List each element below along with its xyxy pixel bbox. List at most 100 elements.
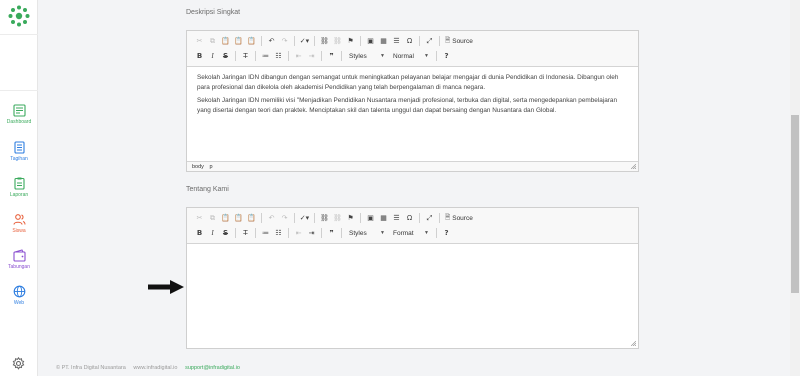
resize-handle-icon[interactable]	[631, 341, 636, 346]
sidebar-divider	[0, 90, 38, 91]
blockquote-icon[interactable]: ❞	[325, 227, 338, 239]
bulleted-list-icon[interactable]: ☷	[272, 50, 285, 62]
spellcheck-icon[interactable]: ✓▾	[298, 35, 311, 47]
editor-content[interactable]: Sekolah Jaringan IDN dibangun dengan sem…	[187, 67, 638, 125]
normal-dropdown[interactable]: Normal ▼	[389, 51, 433, 62]
copy-icon[interactable]: ⧉	[206, 212, 219, 224]
sidebar-item-tagihan[interactable]: Tagihan	[0, 141, 38, 175]
spellcheck-icon[interactable]: ✓▾	[298, 212, 311, 224]
path-body[interactable]: body	[192, 164, 204, 170]
bold-button[interactable]: B	[193, 227, 206, 239]
paste-word-icon[interactable]: 📋	[245, 35, 258, 47]
scrollbar[interactable]	[790, 0, 800, 376]
globe-icon	[13, 285, 25, 298]
sidebar-item-label: Tabungan	[8, 264, 30, 270]
sidebar-item-label: Tagihan	[10, 156, 28, 162]
table-icon[interactable]: ▦	[377, 35, 390, 47]
italic-button[interactable]: I	[206, 50, 219, 62]
sidebar-item-label: Dashboard	[6, 119, 32, 125]
path-p[interactable]: p	[209, 164, 212, 170]
bold-button[interactable]: B	[193, 50, 206, 62]
app-logo[interactable]	[7, 4, 31, 28]
help-button[interactable]: ?	[440, 227, 453, 239]
wallet-icon	[12, 249, 26, 262]
source-icon: 🗎	[445, 213, 451, 221]
strike-button[interactable]: S	[219, 227, 232, 239]
outdent-icon[interactable]: ⇤	[292, 50, 305, 62]
editor-toolbar: ✂ ⧉ 📋 📋 📋 ↶ ↷ ✓▾ ⛓ ⛓ ⚑ ▣ ▦ ☰ Ω ⤢ 🗎 Sourc…	[187, 208, 638, 244]
gear-icon[interactable]	[12, 357, 25, 370]
tentang-editor[interactable]: ✂ ⧉ 📋 📋 📋 ↶ ↷ ✓▾ ⛓ ⛓ ⚑ ▣ ▦ ☰ Ω ⤢ 🗎 Sourc…	[186, 207, 639, 349]
paste-text-icon[interactable]: 📋	[232, 35, 245, 47]
sidebar-item-web[interactable]: Web	[0, 285, 38, 319]
footer-website[interactable]: www.infradigital.io	[133, 365, 177, 371]
styles-dropdown[interactable]: Styles ▼	[345, 51, 389, 62]
link-icon[interactable]: ⛓	[318, 212, 331, 224]
undo-icon[interactable]: ↶	[265, 35, 278, 47]
numbered-list-icon[interactable]: ≔	[259, 50, 272, 62]
unlink-icon[interactable]: ⛓	[331, 35, 344, 47]
content-paragraph: Sekolah Jaringan IDN dibangun dengan sem…	[197, 74, 619, 91]
unlink-icon[interactable]: ⛓	[331, 212, 344, 224]
sidebar-divider	[0, 34, 38, 35]
editor-content[interactable]	[187, 244, 638, 339]
paste-word-icon[interactable]: 📋	[245, 212, 258, 224]
maximize-icon[interactable]: ⤢	[423, 35, 436, 47]
tentang-label: Tentang Kami	[186, 186, 229, 193]
resize-handle-icon[interactable]	[631, 164, 636, 169]
italic-button[interactable]: I	[206, 227, 219, 239]
special-char-icon[interactable]: Ω	[403, 35, 416, 47]
remove-format-icon[interactable]: T̶	[239, 227, 252, 239]
students-icon	[12, 214, 25, 225]
main-content: Deskripsi Singkat ✂ ⧉ 📋 📋 📋 ↶ ↷ ✓▾ ⛓ ⛓ ⚑…	[38, 0, 790, 376]
paste-icon[interactable]: 📋	[219, 212, 232, 224]
source-icon: 🗎	[445, 36, 451, 44]
image-icon[interactable]: ▣	[364, 212, 377, 224]
sidebar-item-label: Siswa	[12, 228, 26, 234]
table-icon[interactable]: ▦	[377, 212, 390, 224]
help-button[interactable]: ?	[440, 50, 453, 62]
strike-button[interactable]: S	[219, 50, 232, 62]
sidebar-item-tabungan[interactable]: Tabungan	[0, 249, 38, 283]
report-icon	[13, 177, 25, 190]
paste-icon[interactable]: 📋	[219, 35, 232, 47]
image-icon[interactable]: ▣	[364, 35, 377, 47]
undo-icon[interactable]: ↶	[265, 212, 278, 224]
deskripsi-editor[interactable]: ✂ ⧉ 📋 📋 📋 ↶ ↷ ✓▾ ⛓ ⛓ ⚑ ▣ ▦ ☰ Ω ⤢ 🗎 Sourc…	[186, 30, 639, 172]
footer-email[interactable]: support@infradigital.io	[185, 365, 240, 371]
blockquote-icon[interactable]: ❞	[325, 50, 338, 62]
numbered-list-icon[interactable]: ≔	[259, 227, 272, 239]
outdent-icon[interactable]: ⇤	[292, 227, 305, 239]
sidebar-item-label: Laporan	[9, 192, 29, 198]
special-char-icon[interactable]: Ω	[403, 212, 416, 224]
anchor-flag-icon[interactable]: ⚑	[344, 212, 357, 224]
chevron-down-icon: ▼	[424, 230, 429, 236]
source-button[interactable]: 🗎 Source	[443, 213, 475, 224]
indent-icon[interactable]: ⇥	[305, 50, 318, 62]
cut-icon[interactable]: ✂	[193, 212, 206, 224]
copy-icon[interactable]: ⧉	[206, 35, 219, 47]
link-icon[interactable]: ⛓	[318, 35, 331, 47]
anchor-flag-icon[interactable]: ⚑	[344, 35, 357, 47]
editor-statusbar: body p	[187, 161, 638, 171]
styles-dropdown[interactable]: Styles ▼	[345, 228, 389, 239]
cut-icon[interactable]: ✂	[193, 35, 206, 47]
arrow-right-icon	[148, 280, 184, 294]
remove-format-icon[interactable]: T̶	[239, 50, 252, 62]
horizontal-line-icon[interactable]: ☰	[390, 212, 403, 224]
redo-icon[interactable]: ↷	[278, 35, 291, 47]
content-paragraph: Sekolah Jaringan IDN memiliki visi "Menj…	[197, 97, 618, 114]
redo-icon[interactable]: ↷	[278, 212, 291, 224]
maximize-icon[interactable]: ⤢	[423, 212, 436, 224]
source-button[interactable]: 🗎 Source	[443, 36, 475, 47]
sidebar-item-dashboard[interactable]: Dashboard	[0, 104, 38, 138]
horizontal-line-icon[interactable]: ☰	[390, 35, 403, 47]
indent-icon[interactable]: ⇥	[305, 227, 318, 239]
paste-text-icon[interactable]: 📋	[232, 212, 245, 224]
bulleted-list-icon[interactable]: ☷	[272, 227, 285, 239]
dashboard-icon	[12, 104, 26, 117]
format-dropdown[interactable]: Format ▼	[389, 228, 433, 239]
sidebar-item-laporan[interactable]: Laporan	[0, 177, 38, 211]
sidebar-item-siswa[interactable]: Siswa	[0, 213, 38, 247]
scrollbar-thumb[interactable]	[791, 115, 799, 293]
